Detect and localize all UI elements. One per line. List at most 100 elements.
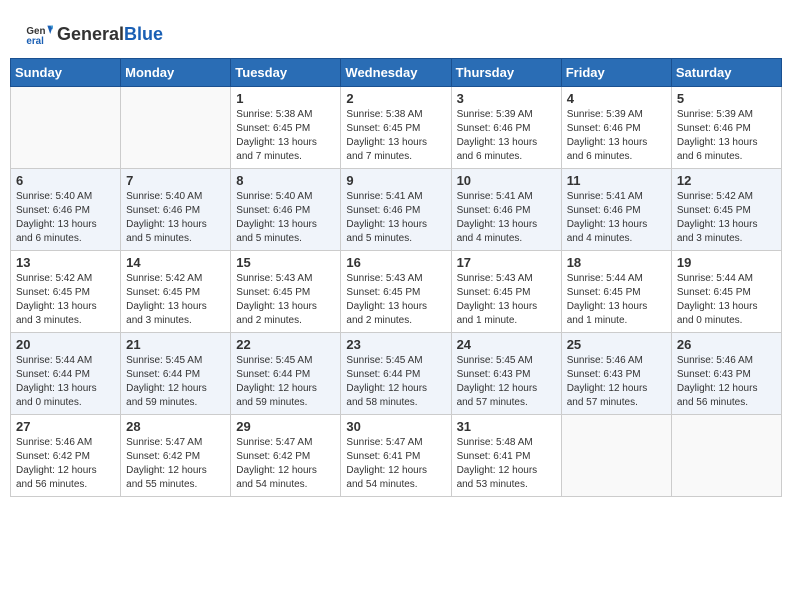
calendar-cell: 9 Sunrise: 5:41 AM Sunset: 6:46 PM Daylig… xyxy=(341,169,451,251)
calendar-cell: 30Sunrise: 5:47 AM Sunset: 6:41 PM Dayli… xyxy=(341,415,451,497)
day-number: 6 xyxy=(16,173,115,188)
day-info: Sunrise: 5:38 AM Sunset: 6:45 PM Dayligh… xyxy=(236,108,335,164)
logo: Gen eral GeneralBlue xyxy=(25,20,163,48)
weekday-header-friday: Friday xyxy=(561,59,671,87)
calendar-cell: 7Sunrise: 5:40 AM Sunset: 6:46 PM Daylig… xyxy=(121,169,231,251)
day-number: 7 xyxy=(126,173,225,188)
day-number: 14 xyxy=(126,255,225,270)
calendar-cell: 19 Sunrise: 5:44 AM Sunset: 6:45 PM Dayli… xyxy=(671,251,781,333)
day-info: Sunrise: 5:44 AM Sunset: 6:45 PM Dayligh… xyxy=(567,272,666,328)
calendar-cell xyxy=(671,415,781,497)
calendar-cell: 17 Sunrise: 5:43 AM Sunset: 6:45 PM Dayli… xyxy=(451,251,561,333)
logo-icon: Gen eral xyxy=(25,20,53,48)
day-info: Sunrise: 5:45 AM Sunset: 6:43 PM Dayligh… xyxy=(457,354,556,410)
calendar-cell: 8 Sunrise: 5:40 AM Sunset: 6:46 PM Daylig… xyxy=(231,169,341,251)
day-number: 23 xyxy=(346,337,445,352)
calendar-week-row: 27Sunrise: 5:46 AM Sunset: 6:42 PM Dayli… xyxy=(11,415,782,497)
day-number: 22 xyxy=(236,337,335,352)
calendar-cell: 26Sunrise: 5:46 AM Sunset: 6:43 PM Dayli… xyxy=(671,333,781,415)
calendar-cell: 6 Sunrise: 5:40 AM Sunset: 6:46 PM Daylig… xyxy=(11,169,121,251)
day-info: Sunrise: 5:47 AM Sunset: 6:42 PM Dayligh… xyxy=(236,436,335,492)
calendar-cell: 20Sunrise: 5:44 AM Sunset: 6:44 PM Dayli… xyxy=(11,333,121,415)
day-info: Sunrise: 5:42 AM Sunset: 6:45 PM Dayligh… xyxy=(16,272,115,328)
logo-general: General xyxy=(57,24,124,44)
day-number: 27 xyxy=(16,419,115,434)
day-info: Sunrise: 5:42 AM Sunset: 6:45 PM Dayligh… xyxy=(677,190,776,246)
calendar-cell: 2 Sunrise: 5:38 AM Sunset: 6:45 PM Daylig… xyxy=(341,87,451,169)
day-info: Sunrise: 5:39 AM Sunset: 6:46 PM Dayligh… xyxy=(567,108,666,164)
calendar-cell: 1 Sunrise: 5:38 AM Sunset: 6:45 PM Daylig… xyxy=(231,87,341,169)
day-info: Sunrise: 5:43 AM Sunset: 6:45 PM Dayligh… xyxy=(457,272,556,328)
day-info: Sunrise: 5:47 AM Sunset: 6:42 PM Dayligh… xyxy=(126,436,225,492)
calendar-cell: 13Sunrise: 5:42 AM Sunset: 6:45 PM Dayli… xyxy=(11,251,121,333)
calendar-cell: 31 Sunrise: 5:48 AM Sunset: 6:41 PM Dayli… xyxy=(451,415,561,497)
day-info: Sunrise: 5:41 AM Sunset: 6:46 PM Dayligh… xyxy=(567,190,666,246)
svg-text:eral: eral xyxy=(26,36,44,47)
calendar-cell: 3 Sunrise: 5:39 AM Sunset: 6:46 PM Daylig… xyxy=(451,87,561,169)
day-number: 11 xyxy=(567,173,666,188)
calendar-cell: 10 Sunrise: 5:41 AM Sunset: 6:46 PM Dayli… xyxy=(451,169,561,251)
weekday-header-wednesday: Wednesday xyxy=(341,59,451,87)
day-info: Sunrise: 5:41 AM Sunset: 6:46 PM Dayligh… xyxy=(346,190,445,246)
day-info: Sunrise: 5:40 AM Sunset: 6:46 PM Dayligh… xyxy=(236,190,335,246)
day-number: 30 xyxy=(346,419,445,434)
day-number: 15 xyxy=(236,255,335,270)
page-header: Gen eral GeneralBlue xyxy=(10,10,782,53)
calendar-cell: 5Sunrise: 5:39 AM Sunset: 6:46 PM Daylig… xyxy=(671,87,781,169)
day-info: Sunrise: 5:43 AM Sunset: 6:45 PM Dayligh… xyxy=(346,272,445,328)
logo-blue: Blue xyxy=(124,24,163,44)
weekday-header-monday: Monday xyxy=(121,59,231,87)
day-number: 19 xyxy=(677,255,776,270)
day-number: 12 xyxy=(677,173,776,188)
day-number: 29 xyxy=(236,419,335,434)
calendar-cell: 29 Sunrise: 5:47 AM Sunset: 6:42 PM Dayli… xyxy=(231,415,341,497)
calendar-week-row: 1 Sunrise: 5:38 AM Sunset: 6:45 PM Daylig… xyxy=(11,87,782,169)
weekday-header-saturday: Saturday xyxy=(671,59,781,87)
day-info: Sunrise: 5:40 AM Sunset: 6:46 PM Dayligh… xyxy=(16,190,115,246)
day-info: Sunrise: 5:45 AM Sunset: 6:44 PM Dayligh… xyxy=(346,354,445,410)
day-info: Sunrise: 5:38 AM Sunset: 6:45 PM Dayligh… xyxy=(346,108,445,164)
day-info: Sunrise: 5:46 AM Sunset: 6:43 PM Dayligh… xyxy=(567,354,666,410)
day-number: 5 xyxy=(677,91,776,106)
weekday-header-thursday: Thursday xyxy=(451,59,561,87)
calendar-week-row: 20Sunrise: 5:44 AM Sunset: 6:44 PM Dayli… xyxy=(11,333,782,415)
day-info: Sunrise: 5:44 AM Sunset: 6:45 PM Dayligh… xyxy=(677,272,776,328)
day-number: 2 xyxy=(346,91,445,106)
calendar-cell: 15 Sunrise: 5:43 AM Sunset: 6:45 PM Dayli… xyxy=(231,251,341,333)
calendar-cell xyxy=(561,415,671,497)
calendar-header-row: SundayMondayTuesdayWednesdayThursdayFrid… xyxy=(11,59,782,87)
calendar-table: SundayMondayTuesdayWednesdayThursdayFrid… xyxy=(10,58,782,497)
day-number: 16 xyxy=(346,255,445,270)
day-number: 31 xyxy=(457,419,556,434)
day-info: Sunrise: 5:48 AM Sunset: 6:41 PM Dayligh… xyxy=(457,436,556,492)
day-number: 25 xyxy=(567,337,666,352)
weekday-header-tuesday: Tuesday xyxy=(231,59,341,87)
day-number: 21 xyxy=(126,337,225,352)
calendar-cell: 18 Sunrise: 5:44 AM Sunset: 6:45 PM Dayli… xyxy=(561,251,671,333)
day-number: 24 xyxy=(457,337,556,352)
day-info: Sunrise: 5:45 AM Sunset: 6:44 PM Dayligh… xyxy=(236,354,335,410)
day-number: 10 xyxy=(457,173,556,188)
calendar-cell: 4 Sunrise: 5:39 AM Sunset: 6:46 PM Daylig… xyxy=(561,87,671,169)
day-number: 9 xyxy=(346,173,445,188)
day-number: 28 xyxy=(126,419,225,434)
day-number: 3 xyxy=(457,91,556,106)
calendar-cell: 23 Sunrise: 5:45 AM Sunset: 6:44 PM Dayli… xyxy=(341,333,451,415)
day-info: Sunrise: 5:43 AM Sunset: 6:45 PM Dayligh… xyxy=(236,272,335,328)
day-number: 1 xyxy=(236,91,335,106)
calendar-cell: 25 Sunrise: 5:46 AM Sunset: 6:43 PM Dayli… xyxy=(561,333,671,415)
calendar-cell: 28 Sunrise: 5:47 AM Sunset: 6:42 PM Dayli… xyxy=(121,415,231,497)
day-number: 4 xyxy=(567,91,666,106)
day-number: 17 xyxy=(457,255,556,270)
weekday-header-sunday: Sunday xyxy=(11,59,121,87)
calendar-cell: 21 Sunrise: 5:45 AM Sunset: 6:44 PM Dayli… xyxy=(121,333,231,415)
day-info: Sunrise: 5:45 AM Sunset: 6:44 PM Dayligh… xyxy=(126,354,225,410)
day-info: Sunrise: 5:41 AM Sunset: 6:46 PM Dayligh… xyxy=(457,190,556,246)
calendar-cell xyxy=(121,87,231,169)
day-number: 8 xyxy=(236,173,335,188)
day-info: Sunrise: 5:42 AM Sunset: 6:45 PM Dayligh… xyxy=(126,272,225,328)
day-number: 18 xyxy=(567,255,666,270)
calendar-cell: 16 Sunrise: 5:43 AM Sunset: 6:45 PM Dayli… xyxy=(341,251,451,333)
day-info: Sunrise: 5:39 AM Sunset: 6:46 PM Dayligh… xyxy=(457,108,556,164)
day-info: Sunrise: 5:44 AM Sunset: 6:44 PM Dayligh… xyxy=(16,354,115,410)
